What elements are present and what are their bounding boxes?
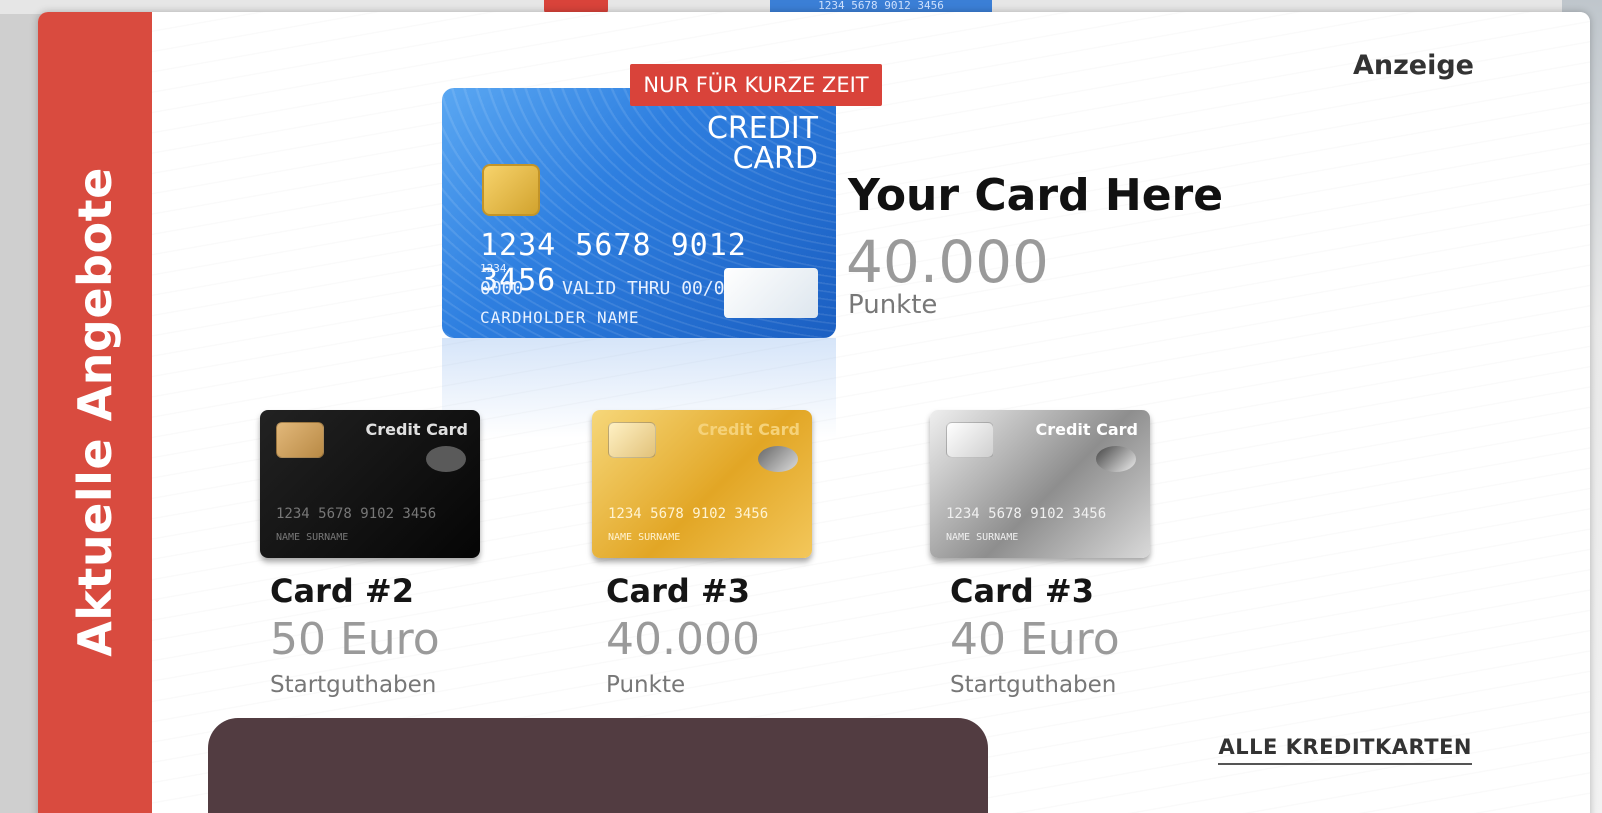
featured-card-holder: CARDHOLDER NAME [480,308,640,327]
featured-card-valid: VALID THRU 00/00 [562,278,736,299]
offer-unit: Startguthaben [270,672,437,698]
featured-card-image[interactable]: CREDIT CARD 1234 5678 9012 3456 1234 000… [442,88,836,338]
offer-unit: Startguthaben [950,672,1117,698]
offer-unit: Punkte [606,672,686,698]
offer-title[interactable]: Card #2 [270,572,414,610]
card-number: 1234 5678 9102 3456 [276,506,437,522]
chip-icon [946,422,994,458]
offers-modal: Aktuelle Angebote Anzeige CREDIT CARD 12… [38,12,1590,813]
sidebar-band: Aktuelle Angebote [38,12,152,813]
offer-title[interactable]: Card #3 [606,572,750,610]
card-number: 1234 5678 9102 3456 [608,506,769,522]
card-name: NAME SURNAME [608,532,681,543]
offer-card-image-gold[interactable]: Credit Card 1234 5678 9102 3456 NAME SUR… [592,410,812,558]
card-name: NAME SURNAME [276,532,349,543]
card-hologram-icon [1096,446,1136,472]
card-brand-label: Credit Card [697,420,800,439]
sidebar-title: Aktuelle Angebote [68,167,122,657]
featured-title[interactable]: Your Card Here [848,170,1223,221]
offer-value: 50 Euro [270,614,440,665]
limited-time-badge: NUR FÜR KURZE ZEIT [630,64,882,106]
ad-label: Anzeige [1352,50,1474,81]
hologram-icon [724,268,818,318]
featured-value: 40.000 [846,228,1049,296]
offer-title[interactable]: Card #3 [950,572,1094,610]
card-name: NAME SURNAME [946,532,1019,543]
featured-card-small-number: 1234 [480,262,507,275]
bottom-panel [208,718,988,813]
featured-card-label-line2: CARD [732,141,818,176]
featured-card-code: 0000 [480,278,524,299]
card-number: 1234 5678 9102 3456 [946,506,1107,522]
all-credit-cards-link[interactable]: ALLE KREDITKARTEN [1218,735,1472,765]
featured-card-label-line1: CREDIT [706,111,818,146]
offer-card-image-silver[interactable]: Credit Card 1234 5678 9102 3456 NAME SUR… [930,410,1150,558]
offer-card-image-black[interactable]: Credit Card 1234 5678 9102 3456 NAME SUR… [260,410,480,558]
card-brand-label: Credit Card [1035,420,1138,439]
featured-card-label: CREDIT CARD [707,114,818,174]
chip-icon [276,422,324,458]
card-hologram-icon [426,446,466,472]
card-hologram-icon [758,446,798,472]
offer-value: 40 Euro [950,614,1120,665]
offer-value: 40.000 [606,614,760,665]
card-brand-label: Credit Card [365,420,468,439]
chip-icon [482,164,540,216]
featured-unit: Punkte [848,290,938,320]
chip-icon [608,422,656,458]
